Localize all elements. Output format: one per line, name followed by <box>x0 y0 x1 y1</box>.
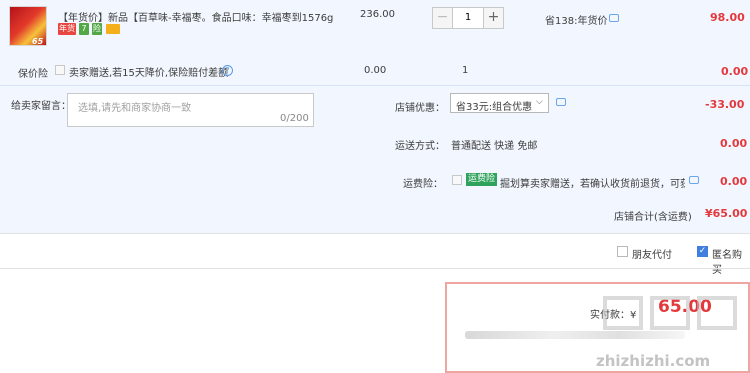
anonymous-checkbox[interactable]: ✓ <box>697 246 708 257</box>
item-total: 98.00 <box>710 11 745 24</box>
seller-message-label: 给卖家留言： <box>11 101 71 112</box>
anonymous-label[interactable]: 匿名购买 <box>712 246 750 276</box>
seven-day-return-badge: 7 <box>79 23 89 35</box>
watermark-logo <box>650 296 690 330</box>
increase-button[interactable]: + <box>483 8 503 28</box>
shipping-method: 普通配送 快递 免邮 <box>451 141 538 152</box>
credit-card-icon <box>106 24 120 34</box>
blurred-address <box>465 331 685 339</box>
store-total-value: ¥65.00 <box>705 207 748 220</box>
return-insurance-fee: 0.00 <box>720 175 748 188</box>
insurance-qty: 1 <box>462 65 469 76</box>
chat-icon[interactable] <box>556 98 566 106</box>
return-insurance-label: 运费险： <box>403 179 443 190</box>
store-discount-label: 店铺优惠： <box>395 103 445 114</box>
watermark-text: zhizhizhi.com <box>596 352 711 370</box>
insurance-total: 0.00 <box>721 65 749 78</box>
shipping-method-label: 运送方式： <box>395 141 445 152</box>
quantity-stepper: − + <box>432 7 504 29</box>
insurance-badge: 险 <box>92 23 102 35</box>
quantity-input[interactable] <box>453 8 483 28</box>
discount-value: -33.00 <box>705 98 745 111</box>
thumbnail-badge: 65 <box>32 37 44 46</box>
new-year-badge: 年货 <box>58 23 76 35</box>
saved-amount: 省138:年货价 <box>545 16 608 27</box>
return-insurance-badge: 运费险 <box>466 173 498 186</box>
product-title[interactable]: 【年货价】新品【百草味-幸福枣。食品口味：幸福枣到1576g <box>58 9 348 24</box>
price-insurance-text: 卖家赠送,若15天降价,保险赔付差额 <box>69 68 229 79</box>
chevron-down-icon: ⌵ <box>536 97 543 107</box>
watermark-logo <box>697 296 737 330</box>
return-insurance-text: 掘划算卖家赠送，若确认收货前退货，可获保... <box>500 179 685 190</box>
store-total-label: 店铺合计(含运费) <box>614 212 692 223</box>
divider <box>0 233 750 234</box>
help-icon[interactable]: ? <box>222 65 233 76</box>
chat-icon[interactable] <box>689 176 699 184</box>
decrease-button[interactable]: − <box>433 8 453 28</box>
chat-icon[interactable] <box>609 14 619 22</box>
price-insurance-label: 保价险 <box>18 69 48 80</box>
divider <box>0 268 750 269</box>
seller-message-placeholder: 选填,请先和商家协商一致 <box>78 103 192 114</box>
watermark-logo <box>603 296 643 330</box>
message-char-count: 0/200 <box>280 113 309 124</box>
discount-selected: 省33元:组合优惠 <box>456 102 533 113</box>
friend-pay-checkbox[interactable] <box>617 246 628 257</box>
unit-price: 236.00 <box>360 9 395 20</box>
price-insurance-checkbox[interactable] <box>55 65 65 75</box>
insurance-price: 0.00 <box>364 65 387 76</box>
friend-pay-label[interactable]: 朋友代付 <box>632 246 672 261</box>
return-insurance-checkbox[interactable] <box>452 175 462 185</box>
divider <box>0 85 750 86</box>
shipping-fee: 0.00 <box>720 137 748 150</box>
